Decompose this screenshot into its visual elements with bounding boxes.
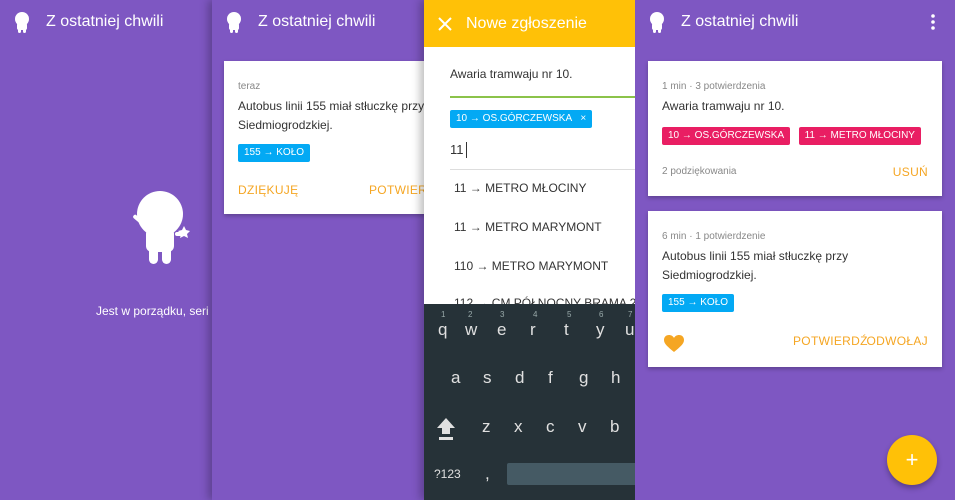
key-s[interactable]: s bbox=[483, 368, 492, 388]
key-h[interactable]: h bbox=[611, 368, 620, 388]
route-chip: 11 → METRO MŁOCINY bbox=[798, 127, 921, 145]
shift-icon[interactable] bbox=[435, 416, 457, 442]
panel-new-card: Z ostatniej chwili teraz Autobus linii 1… bbox=[212, 0, 424, 500]
symbols-key[interactable]: ?123 bbox=[434, 467, 461, 481]
report-card: teraz Autobus linii 155 miał stłuczkę pr… bbox=[224, 61, 424, 214]
revoke-button[interactable]: ODWOŁAJ bbox=[867, 334, 928, 348]
close-icon[interactable] bbox=[438, 16, 452, 31]
new-report-bar: Nowe zgłoszenie bbox=[424, 0, 635, 47]
heart-icon[interactable] bbox=[664, 335, 684, 353]
plus-icon: + bbox=[905, 447, 919, 472]
app-title: Z ostatniej chwili bbox=[258, 13, 376, 30]
report-text: Autobus linii 155 miał stłuczkę przy Sie… bbox=[238, 99, 424, 132]
app-bar: Z ostatniej chwili bbox=[212, 0, 424, 44]
report-text-field[interactable]: Awaria tramwaju nr 10. bbox=[450, 67, 573, 81]
key-r[interactable]: 4r bbox=[530, 310, 537, 340]
route-chips: 10 → OS.GÓRCZEWSKA 11 → METRO MŁOCINY bbox=[662, 125, 925, 145]
key-a[interactable]: a bbox=[451, 368, 460, 388]
key-g[interactable]: g bbox=[579, 368, 588, 388]
app-title: Z ostatniej chwili bbox=[681, 13, 799, 30]
panel-new-report: Nowe zgłoszenie Awaria tramwaju nr 10. 1… bbox=[424, 0, 635, 500]
route-chip: 155 → KOŁO bbox=[662, 294, 735, 312]
empty-state-message: Jest w porządku, seri bbox=[96, 304, 209, 318]
key-q[interactable]: 1q bbox=[438, 310, 447, 340]
key-z[interactable]: z bbox=[482, 417, 491, 437]
key-c[interactable]: c bbox=[546, 417, 555, 437]
report-text-underline bbox=[450, 96, 635, 98]
key-d[interactable]: d bbox=[515, 368, 524, 388]
suggestion-item[interactable]: 110 → METRO MARYMONT bbox=[454, 259, 608, 273]
ghost-logo-icon bbox=[15, 12, 29, 33]
app-title: Z ostatniej chwili bbox=[46, 13, 164, 30]
thanks-button[interactable]: DZIĘKUJĘ bbox=[238, 183, 298, 197]
chip-remove-icon[interactable]: × bbox=[580, 113, 586, 124]
screen-title: Nowe zgłoszenie bbox=[466, 14, 587, 32]
happy-ghost-illustration-icon bbox=[133, 191, 190, 264]
panel-feed: Z ostatniej chwili 1 min · 3 potwierdzen… bbox=[635, 0, 955, 500]
more-vert-icon[interactable] bbox=[931, 14, 935, 30]
key-f[interactable]: f bbox=[548, 368, 553, 388]
confirm-button[interactable]: POTWIERDŹ bbox=[793, 334, 868, 348]
key-y[interactable]: 6y bbox=[596, 310, 605, 340]
app-bar: Z ostatniej chwili bbox=[635, 0, 955, 44]
key-x[interactable]: x bbox=[514, 417, 523, 437]
ghost-logo-icon bbox=[227, 12, 241, 33]
key-v[interactable]: v bbox=[578, 417, 587, 437]
app-bar: Z ostatniej chwili bbox=[0, 0, 212, 44]
delete-button[interactable]: USUŃ bbox=[893, 165, 928, 179]
report-card: 1 min · 3 potwierdzenia Awaria tramwaju … bbox=[648, 61, 942, 196]
selected-route-chip: 10 → OS.GÓRCZEWSKA × bbox=[450, 110, 593, 128]
route-chip: 10 → OS.GÓRCZEWSKA bbox=[662, 127, 791, 145]
comma-key[interactable]: , bbox=[485, 464, 490, 484]
ghost-logo-icon bbox=[650, 12, 664, 33]
suggestion-item[interactable]: 11 → METRO MARYMONT bbox=[454, 220, 602, 234]
input-divider bbox=[450, 169, 635, 170]
report-meta: 1 min · 3 potwierdzenia bbox=[662, 81, 766, 92]
confirm-button[interactable]: POTWIERDŹ bbox=[369, 183, 424, 197]
key-e[interactable]: 3e bbox=[497, 310, 506, 340]
report-time: teraz bbox=[238, 81, 261, 92]
space-bar[interactable] bbox=[507, 463, 635, 485]
suggestion-item[interactable]: 11 → METRO MŁOCINY bbox=[454, 181, 586, 195]
selected-route-label: 10 → OS.GÓRCZEWSKA bbox=[456, 113, 572, 124]
report-text: Autobus linii 155 miał stłuczkę przy Sie… bbox=[662, 249, 849, 282]
add-report-fab[interactable]: + bbox=[887, 435, 937, 485]
key-u[interactable]: 7u bbox=[625, 310, 634, 340]
report-meta: 6 min · 1 potwierdzenie bbox=[662, 231, 766, 242]
panel-empty-state: Z ostatniej chwili Jest w porządku, seri bbox=[0, 0, 212, 500]
line-input[interactable]: 11 bbox=[450, 142, 467, 158]
thanks-count: 2 podziękowania bbox=[662, 166, 737, 177]
key-w[interactable]: 2w bbox=[465, 310, 477, 340]
report-card: 6 min · 1 potwierdzenie Autobus linii 15… bbox=[648, 211, 942, 367]
on-screen-keyboard: 1q 2w 3e 4r 5t 6y 7u a s d f g h z x c v… bbox=[424, 304, 635, 500]
key-t[interactable]: 5t bbox=[564, 310, 571, 340]
route-chip: 155 → KOŁO bbox=[238, 144, 311, 162]
report-text: Awaria tramwaju nr 10. bbox=[662, 99, 785, 113]
key-b[interactable]: b bbox=[610, 417, 619, 437]
